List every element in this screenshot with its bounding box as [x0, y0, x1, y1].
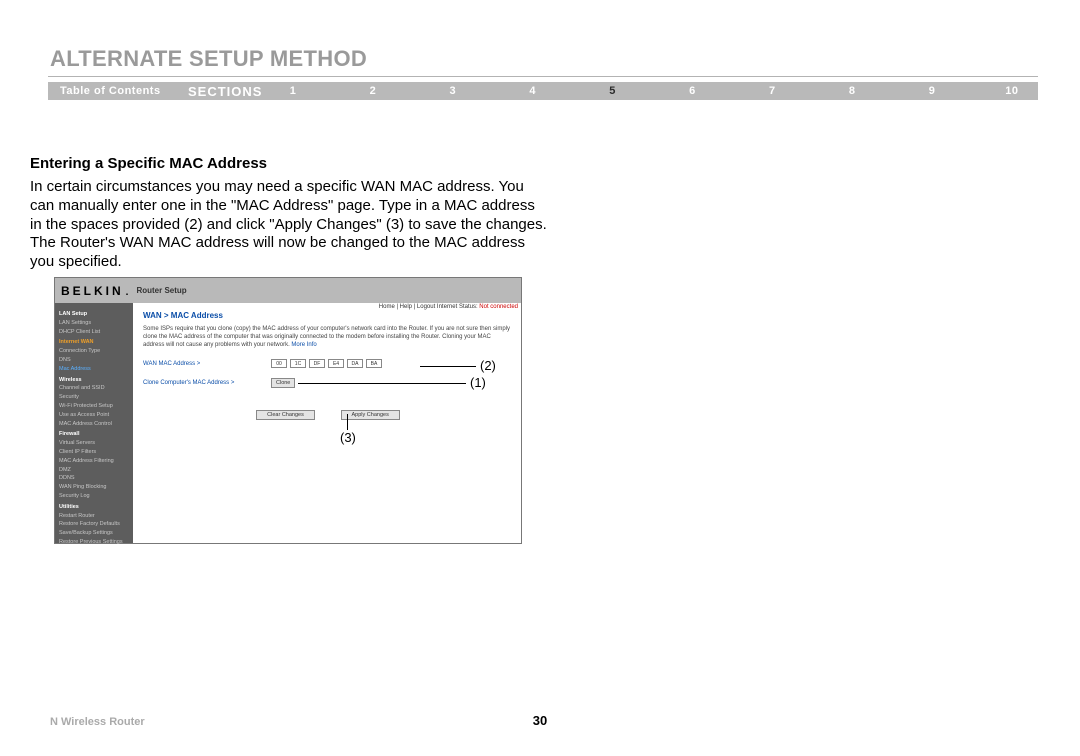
callout-3: (3) [340, 430, 356, 445]
wan-mac-label: WAN MAC Address > [143, 361, 271, 367]
sidebar-item[interactable]: MAC Address Filtering [59, 457, 129, 466]
sidebar-item[interactable]: Security Log [59, 492, 129, 501]
sidebar-head: Internet WAN [59, 338, 129, 347]
sidebar-item[interactable]: Channel and SSID [59, 384, 129, 393]
section-nav: Table of Contents SECTIONS 1 2 3 4 5 6 7 8 9 10 [48, 82, 1038, 100]
callout-vline-3 [347, 414, 348, 430]
sidebar-head: Utilities [59, 503, 129, 512]
callout-line-1 [298, 383, 466, 384]
brand-sub: Router Setup [128, 286, 186, 295]
sidebar-head: Wireless [59, 376, 129, 385]
shot-header: BELKIN. Router Setup [55, 278, 521, 303]
main-panel: WAN > MAC Address Some ISPs require that… [133, 303, 521, 543]
section-link-3[interactable]: 3 [443, 85, 463, 97]
section-link-6[interactable]: 6 [682, 85, 702, 97]
section-link-9[interactable]: 9 [922, 85, 942, 97]
toc-link[interactable]: Table of Contents [48, 85, 188, 97]
sidebar-item[interactable]: DDNS [59, 474, 129, 483]
callout-1: (1) [470, 375, 486, 390]
page-number: 30 [0, 713, 1080, 728]
sidebar-head: LAN Setup [59, 310, 129, 319]
sidebar-item[interactable]: Save/Backup Settings [59, 529, 129, 538]
clear-button[interactable]: Clear Changes [256, 410, 315, 420]
section-link-5[interactable]: 5 [603, 85, 623, 97]
section-body: In certain circumstances you may need a … [30, 178, 550, 272]
sidebar-item[interactable]: Restore Factory Defaults [59, 520, 129, 529]
brand-logo: BELKIN. [61, 284, 128, 298]
mac-input[interactable]: E4 [328, 359, 344, 368]
wan-mac-row: WAN MAC Address > 001CDFE4DABA [143, 359, 513, 368]
description: Some ISPs require that you clone (copy) … [143, 326, 513, 349]
mac-input[interactable]: DF [309, 359, 325, 368]
mac-input[interactable]: 00 [271, 359, 287, 368]
sidebar-head: Firewall [59, 430, 129, 439]
section-link-4[interactable]: 4 [523, 85, 543, 97]
breadcrumb: WAN > MAC Address [143, 311, 513, 320]
sidebar: LAN SetupLAN SettingsDHCP Client ListInt… [55, 303, 133, 543]
section-link-10[interactable]: 10 [1002, 85, 1022, 97]
section-link-2[interactable]: 2 [363, 85, 383, 97]
callout-2: (2) [480, 358, 496, 373]
sidebar-item[interactable]: MAC Address Control [59, 420, 129, 429]
sidebar-item[interactable]: DMZ [59, 466, 129, 475]
callout-line-2 [420, 366, 476, 367]
mac-input[interactable]: BA [366, 359, 382, 368]
page-title: ALTERNATE SETUP METHOD [50, 46, 367, 72]
action-row: Clear Changes Apply Changes [143, 412, 513, 418]
sidebar-item[interactable]: Virtual Servers [59, 439, 129, 448]
sidebar-item[interactable]: DNS [59, 356, 129, 365]
divider [48, 76, 1038, 77]
apply-button[interactable]: Apply Changes [341, 410, 400, 420]
sidebar-item[interactable]: Use as Access Point [59, 411, 129, 420]
sidebar-item[interactable]: Restart Router [59, 512, 129, 521]
sidebar-item[interactable]: Client IP Filters [59, 448, 129, 457]
section-link-8[interactable]: 8 [842, 85, 862, 97]
sections-label: SECTIONS [188, 84, 283, 99]
clone-button[interactable]: Clone [271, 378, 295, 388]
sidebar-item[interactable]: Wi-Fi Protected Setup [59, 402, 129, 411]
router-screenshot: BELKIN. Router Setup Home | Help | Logou… [54, 277, 522, 544]
sidebar-item[interactable]: WAN Ping Blocking [59, 483, 129, 492]
section-link-7[interactable]: 7 [762, 85, 782, 97]
sidebar-item[interactable]: DHCP Client List [59, 328, 129, 337]
section-link-1[interactable]: 1 [283, 85, 303, 97]
sidebar-item[interactable]: Mac Address [59, 365, 129, 374]
mac-input[interactable]: 1C [290, 359, 306, 368]
sidebar-item[interactable]: Security [59, 393, 129, 402]
mac-inputs: 001CDFE4DABA [271, 359, 382, 368]
sidebar-item[interactable]: LAN Settings [59, 319, 129, 328]
sidebar-item[interactable]: Restore Previous Settings [59, 538, 129, 547]
sidebar-item[interactable]: Connection Type [59, 347, 129, 356]
section-numbers: 1 2 3 4 5 6 7 8 9 10 [283, 85, 1038, 97]
section-subheading: Entering a Specific MAC Address [30, 155, 267, 172]
clone-label: Clone Computer's MAC Address > [143, 380, 271, 386]
mac-input[interactable]: DA [347, 359, 363, 368]
